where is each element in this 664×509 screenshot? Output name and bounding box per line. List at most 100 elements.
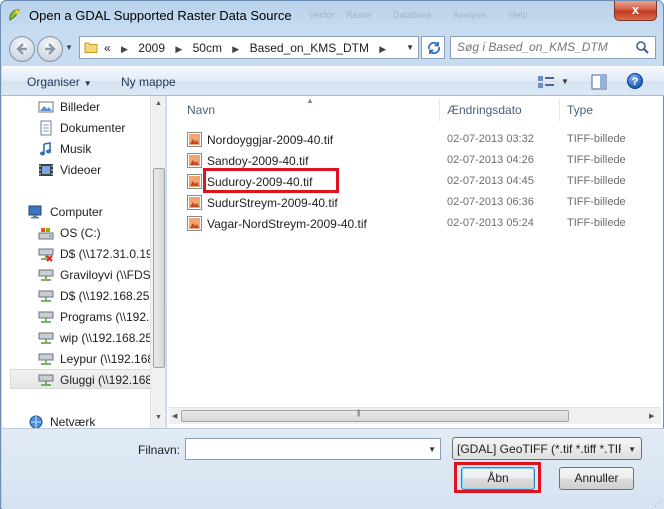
sidebar-item-network-drive-selected[interactable]: Gluggi (\\192.168 [10, 369, 153, 389]
breadcrumb-item[interactable]: Based_on_KMS_DTM [250, 41, 369, 55]
column-header-type[interactable]: Type [567, 103, 593, 117]
chevron-down-icon[interactable]: ▼ [428, 445, 436, 454]
qgis-app-icon [7, 7, 23, 23]
chevron-right-icon: ▶ [121, 44, 128, 54]
recent-locations-dropdown[interactable]: ▼ [65, 43, 73, 52]
file-list-horizontal-scrollbar[interactable]: ◀ ||| ▶ [169, 407, 661, 424]
title-bar[interactable]: Open a GDAL Supported Raster Data Source… [1, 1, 663, 31]
file-row[interactable]: Nordoyggjar-2009-40.tif 02-07-2013 03:32… [185, 129, 645, 150]
filename-input[interactable] [190, 442, 418, 456]
file-type-filter-value: [GDAL] GeoTIFF (*.tif *.tiff *.TIF [457, 442, 621, 456]
file-name: Sandoy-2009-40.tif [207, 154, 309, 168]
view-list-icon [538, 76, 554, 88]
file-type: TIFF-billede [567, 196, 626, 208]
scrollbar-thumb[interactable] [153, 168, 165, 368]
scroll-down-icon[interactable]: ▼ [155, 414, 162, 421]
network-icon [28, 414, 44, 428]
sidebar-item-label: Computer [50, 205, 103, 219]
column-divider[interactable] [439, 99, 440, 121]
sidebar-item-label: Programs (\\192. [60, 310, 150, 324]
sidebar-item-label: Videoer [60, 163, 102, 177]
new-folder-button[interactable]: Ny mappe [121, 75, 176, 89]
preview-pane-button[interactable] [591, 74, 607, 93]
background-menu-item: Analysis [453, 10, 487, 20]
tiff-file-icon [187, 153, 202, 171]
search-box[interactable] [450, 36, 656, 59]
chevron-down-icon[interactable]: ▼ [561, 77, 569, 86]
scroll-right-icon[interactable]: ▶ [649, 412, 654, 420]
scrollbar-grip-icon: ||| [357, 410, 361, 417]
folder-icon [84, 40, 98, 57]
pictures-icon [38, 99, 54, 115]
scroll-left-icon[interactable]: ◀ [172, 412, 177, 420]
organize-menu-button[interactable]: Organiser ▼ [27, 75, 92, 89]
breadcrumb-item[interactable]: 2009 [138, 41, 165, 55]
file-type: TIFF-billede [567, 175, 626, 187]
window-title: Open a GDAL Supported Raster Data Source [29, 8, 292, 23]
chevron-down-icon: ▼ [83, 79, 92, 88]
file-modified: 02-07-2013 06:36 [447, 196, 534, 208]
command-bar: Organiser ▼ Ny mappe ▼ ? [2, 66, 664, 96]
file-name: SudurStreym-2009-40.tif [207, 196, 338, 210]
file-type: TIFF-billede [567, 133, 626, 145]
file-type-filter-select[interactable]: [GDAL] GeoTIFF (*.tif *.tiff *.TIF ▼ [452, 437, 642, 460]
chevron-right-icon: ▶ [379, 44, 387, 54]
file-row[interactable]: Vagar-NordStreym-2009-40.tif 02-07-2013 … [185, 213, 645, 234]
documents-icon [38, 120, 54, 136]
address-bar[interactable]: « ▶ 2009 ▶ 50cm ▶ Based_on_KMS_DTM ▶ ▼ [79, 36, 419, 59]
tiff-file-icon [187, 216, 202, 234]
music-icon [38, 141, 54, 157]
search-input[interactable] [457, 40, 627, 54]
refresh-button[interactable] [421, 36, 445, 59]
filename-combobox[interactable]: ▼ [185, 438, 441, 460]
arrow-left-icon [16, 43, 27, 55]
file-list: ▲ Navn Ændringsdato Type Nordoyggjar-200… [167, 96, 663, 428]
disconnected-network-drive-icon [38, 246, 54, 262]
chevron-right-icon: ▶ [232, 44, 240, 54]
cancel-button[interactable]: Annuller [559, 467, 634, 490]
annotation-highlight-open [454, 462, 541, 493]
sidebar-item-label: OS (C:) [60, 226, 101, 240]
sidebar-item-label: Billeder [60, 100, 101, 114]
sidebar-item-label: wip (\\192.168.25 [60, 331, 153, 345]
sidebar-item-label: Musik [60, 142, 92, 156]
sidebar-item-label: Gluggi (\\192.168 [60, 373, 153, 387]
background-menu-item: Vector [309, 10, 335, 20]
sidebar-item-label: Leypur (\\192.168 [60, 352, 155, 366]
change-view-button[interactable] [537, 74, 555, 93]
tiff-file-icon [187, 132, 202, 150]
back-button[interactable] [9, 36, 35, 62]
network-drive-icon [38, 267, 54, 283]
file-modified: 02-07-2013 03:32 [447, 133, 534, 145]
file-row[interactable]: SudurStreym-2009-40.tif 02-07-2013 06:36… [185, 192, 645, 213]
filename-label: Filnavn: [138, 443, 181, 457]
navigation-pane: Billeder Dokumenter Musik Videoer Comput… [2, 96, 166, 428]
file-modified: 02-07-2013 05:24 [447, 217, 534, 229]
file-type: TIFF-billede [567, 217, 626, 229]
forward-button[interactable] [37, 36, 63, 62]
breadcrumb-item[interactable]: 50cm [193, 41, 222, 55]
column-divider[interactable] [559, 99, 560, 121]
background-menu-item: Database [393, 10, 432, 20]
chevron-down-icon: ▼ [628, 445, 636, 454]
network-drive-icon [38, 372, 54, 388]
nav-pane-scrollbar[interactable]: ▲ ▼ [150, 96, 165, 428]
open-file-dialog: Open a GDAL Supported Raster Data Source… [0, 0, 664, 509]
breadcrumb-overflow[interactable]: « [104, 41, 111, 55]
refresh-icon [427, 41, 441, 55]
column-header-modified[interactable]: Ændringsdato [447, 103, 522, 117]
help-icon[interactable]: ? [627, 73, 643, 89]
file-modified: 02-07-2013 04:45 [447, 175, 534, 187]
dialog-footer: Filnavn: ▼ [GDAL] GeoTIFF (*.tif *.tiff … [2, 428, 664, 509]
sidebar-item-label: Dokumenter [60, 121, 126, 135]
network-drive-icon [38, 309, 54, 325]
tiff-file-icon [187, 174, 202, 192]
column-header-name[interactable]: Navn [187, 103, 215, 117]
chevron-right-icon: ▶ [175, 44, 183, 54]
scrollbar-thumb[interactable] [181, 410, 569, 422]
search-icon[interactable] [635, 40, 649, 57]
close-button[interactable]: x [614, 1, 657, 21]
chevron-down-icon[interactable]: ▼ [406, 43, 414, 52]
scroll-up-icon[interactable]: ▲ [155, 100, 162, 107]
resize-grip-icon[interactable]: ⋰ [654, 499, 662, 508]
